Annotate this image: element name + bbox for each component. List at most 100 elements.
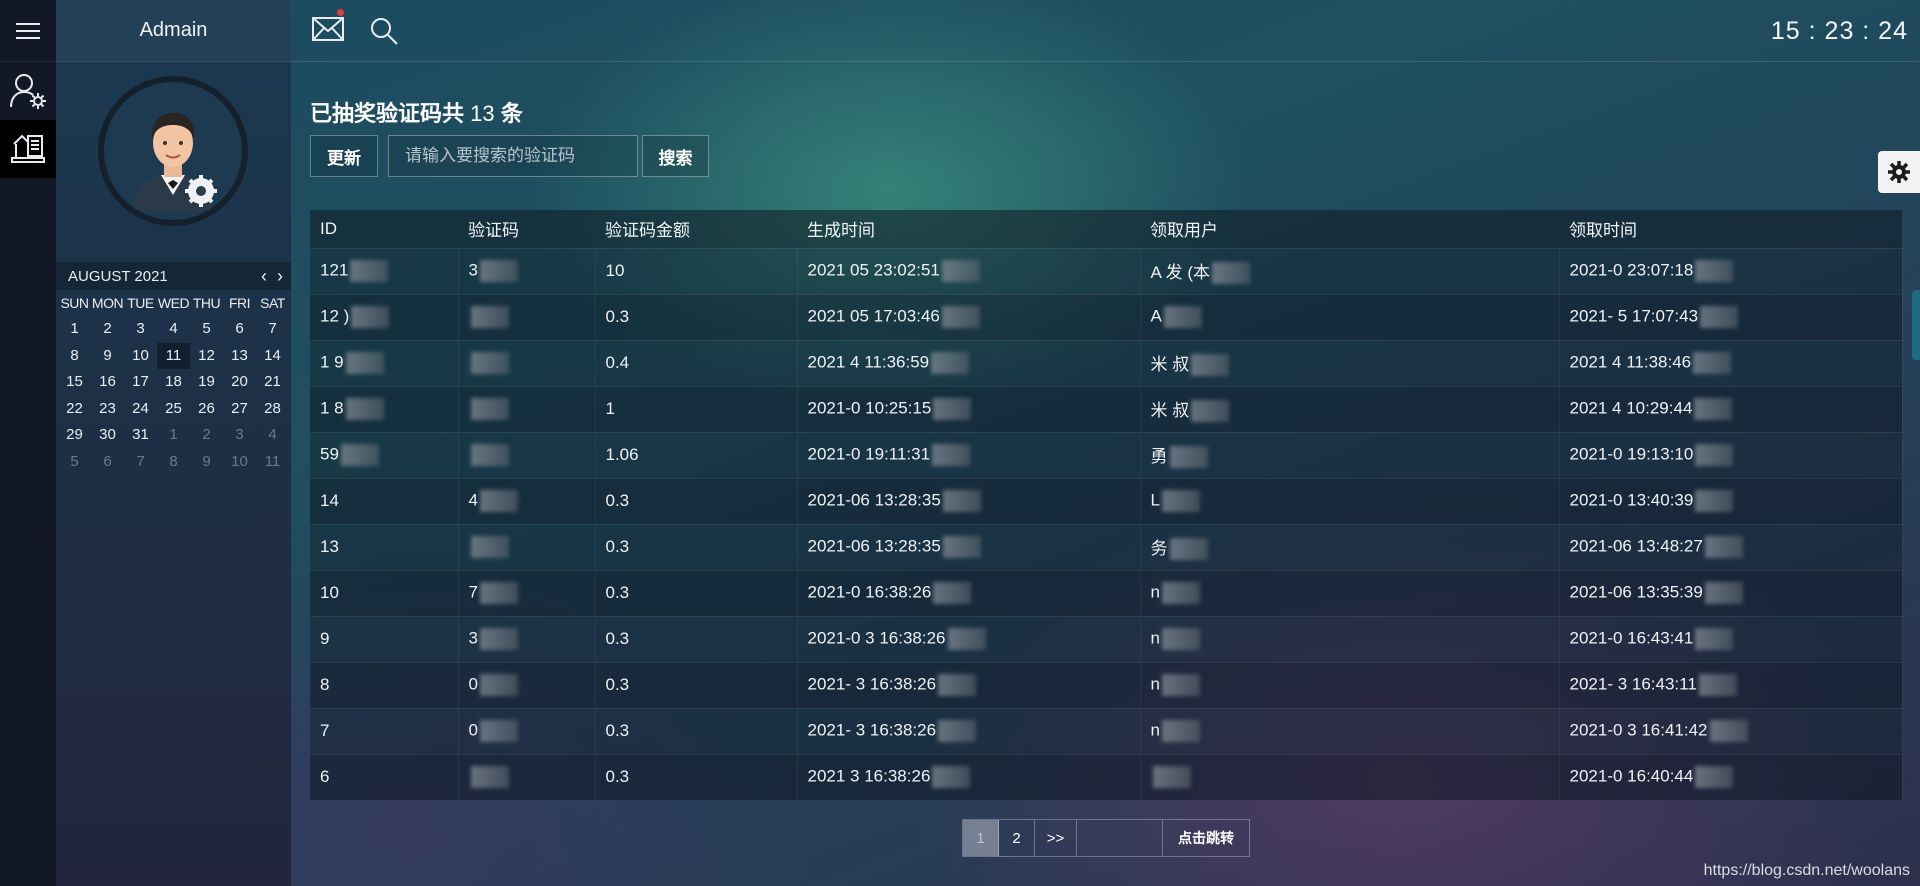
calendar-day[interactable]: 29 xyxy=(58,422,91,449)
page-button[interactable]: 1 xyxy=(963,820,999,856)
chevron-left-icon[interactable]: ‹ xyxy=(261,266,267,287)
table-cell: 勇 xyxy=(1140,431,1560,478)
top-search-button[interactable] xyxy=(369,16,399,51)
table-row: 6 0.3 2021 3 16:38:26 2021-0 16:40:44 xyxy=(310,753,1903,800)
calendar-day[interactable]: 22 xyxy=(58,396,91,423)
calendar-day[interactable]: 12 xyxy=(190,343,223,370)
cell-text: 2021- 3 16:38:26 xyxy=(807,674,937,694)
calendar-day[interactable]: 8 xyxy=(157,449,190,476)
calendar-day[interactable]: 10 xyxy=(124,343,157,370)
cell-text: 2021-0 16:43:41 xyxy=(1569,628,1694,648)
cell-text: 2021-0 16:38:26 xyxy=(807,582,932,602)
cell-text: 1 8 xyxy=(320,398,344,418)
table-cell: 2021 05 23:02:51 xyxy=(797,247,1141,294)
search-button[interactable]: 搜索 xyxy=(642,135,709,177)
table-cell: 2021-0 16:38:26 xyxy=(797,569,1141,616)
cell-text: A 发 (本 xyxy=(1150,262,1211,282)
calendar-day[interactable]: 28 xyxy=(256,396,289,423)
calendar-day[interactable]: 2 xyxy=(91,316,124,343)
calendar-day[interactable]: 11 xyxy=(157,342,190,369)
column-header: 领取时间 xyxy=(1569,221,1637,241)
calendar-day[interactable]: 7 xyxy=(256,316,289,343)
mail-button[interactable] xyxy=(311,16,345,47)
calendar-day[interactable]: 8 xyxy=(58,343,91,370)
calendar-day[interactable]: 26 xyxy=(190,396,223,423)
redaction-mosaic xyxy=(479,490,518,512)
side-scroll-handle[interactable] xyxy=(1912,290,1920,360)
calendar-day[interactable]: 9 xyxy=(190,449,223,476)
cell-text: 1 9 xyxy=(320,352,344,372)
cell-text: 8 xyxy=(320,675,330,694)
user-settings-button[interactable] xyxy=(0,62,56,120)
calendar-weekdays: SUN MON TUE WED THU FRI SAT xyxy=(56,290,291,316)
redaction-mosaic xyxy=(1161,582,1200,604)
redaction-mosaic xyxy=(470,306,509,328)
table-cell: 2021- 3 16:43:11 xyxy=(1559,661,1903,708)
icon-rail xyxy=(0,0,56,886)
redaction-mosaic xyxy=(479,674,518,696)
calendar-day[interactable]: 7 xyxy=(124,449,157,476)
table-cell: 2021-06 13:48:27 xyxy=(1559,523,1903,570)
cell-text: 2021- 3 16:38:26 xyxy=(807,720,937,740)
cell-text: A xyxy=(1150,306,1162,326)
table-cell: 2021- 3 16:38:26 xyxy=(797,707,1141,754)
page-jump-button[interactable]: 点击跳转 xyxy=(1163,820,1249,856)
code-manager-button[interactable] xyxy=(0,120,56,178)
calendar-day[interactable]: 13 xyxy=(223,343,256,370)
cell-text: 0.3 xyxy=(605,583,630,602)
calendar-day[interactable]: 14 xyxy=(256,343,289,370)
calendar-day[interactable]: 24 xyxy=(124,396,157,423)
profile-panel: Admain AUGUST 2021 ‹ › SUN MON TUE WED T… xyxy=(56,0,291,886)
calendar-day[interactable]: 4 xyxy=(256,422,289,449)
table-cell xyxy=(458,431,596,478)
calendar-day[interactable]: 20 xyxy=(223,369,256,396)
calendar-day[interactable]: 23 xyxy=(91,396,124,423)
calendar-day[interactable]: 4 xyxy=(157,316,190,343)
calendar-day[interactable]: 16 xyxy=(91,369,124,396)
table-cell: 2021 4 11:38:46 xyxy=(1559,339,1903,386)
table-cell: n xyxy=(1140,707,1560,754)
calendar-day[interactable]: 10 xyxy=(223,449,256,476)
calendar-day[interactable]: 6 xyxy=(91,449,124,476)
column-header: 生成时间 xyxy=(807,221,875,241)
calendar-day[interactable]: 9 xyxy=(91,343,124,370)
calendar-day[interactable]: 15 xyxy=(58,369,91,396)
calendar-day[interactable]: 1 xyxy=(157,422,190,449)
page-button[interactable]: 2 xyxy=(999,820,1035,856)
menu-toggle-button[interactable] xyxy=(0,0,56,62)
table-cell: 2021 4 10:29:44 xyxy=(1559,385,1903,432)
code-search-input[interactable] xyxy=(388,135,638,177)
calendar-day[interactable]: 2 xyxy=(190,422,223,449)
calendar-day[interactable]: 1 xyxy=(58,316,91,343)
refresh-button[interactable]: 更新 xyxy=(310,135,378,177)
redaction-mosaic xyxy=(932,444,971,466)
calendar-day[interactable]: 18 xyxy=(157,369,190,396)
redaction-mosaic xyxy=(340,444,379,466)
settings-button[interactable] xyxy=(1878,151,1920,193)
redaction-mosaic xyxy=(932,766,971,789)
calendar-day[interactable]: 17 xyxy=(124,369,157,396)
calendar-day[interactable]: 5 xyxy=(190,316,223,343)
calendar-day[interactable]: 25 xyxy=(157,396,190,423)
calendar-day[interactable]: 3 xyxy=(124,316,157,343)
calendar-day[interactable]: 30 xyxy=(91,422,124,449)
calendar-header: AUGUST 2021 ‹ › xyxy=(56,262,291,290)
chevron-right-icon[interactable]: › xyxy=(277,266,283,287)
table-cell: 0.3 xyxy=(595,661,798,708)
weekday-label: WED xyxy=(157,295,190,311)
calendar-day[interactable]: 6 xyxy=(223,316,256,343)
calendar-day[interactable]: 3 xyxy=(223,422,256,449)
calendar-day[interactable]: 19 xyxy=(190,369,223,396)
table-cell: 2021 3 16:38:26 xyxy=(797,753,1141,800)
redaction-mosaic xyxy=(470,536,509,558)
calendar-day[interactable]: 11 xyxy=(256,449,289,476)
calendar-day[interactable]: 27 xyxy=(223,396,256,423)
page-jump-input[interactable] xyxy=(1077,820,1163,856)
calendar-day[interactable]: 21 xyxy=(256,369,289,396)
redaction-mosaic xyxy=(470,444,509,466)
next-page-button[interactable]: >> xyxy=(1035,820,1077,856)
calendar-day[interactable]: 5 xyxy=(58,449,91,476)
table-cell: 1 9 xyxy=(310,339,459,386)
calendar-day[interactable]: 31 xyxy=(124,422,157,449)
top-bar: 15 : 23 : 24 xyxy=(291,0,1920,62)
